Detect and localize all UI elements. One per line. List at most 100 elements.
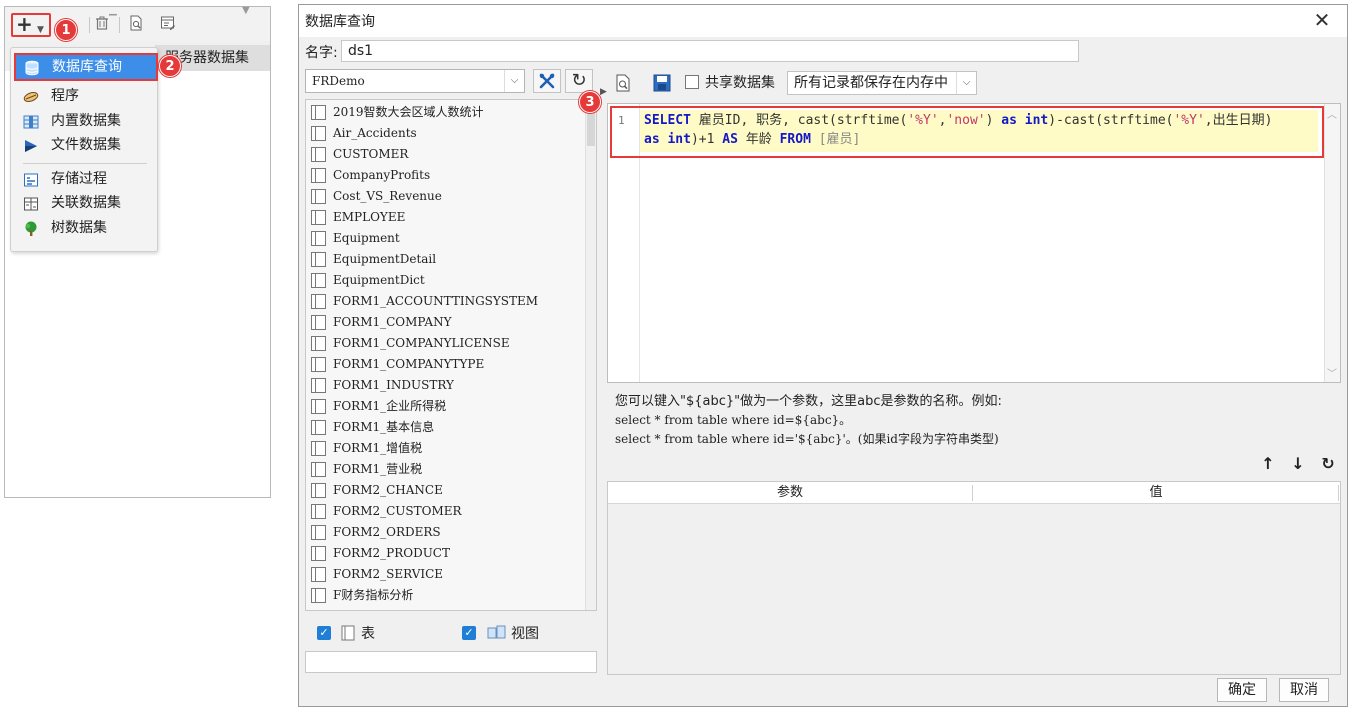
table-list-item[interactable]: FORM1_企业所得税 (309, 396, 585, 417)
add-dataset-button[interactable]: + ▼ (11, 13, 51, 37)
chevron-down-icon[interactable]: ⌵ (956, 72, 976, 94)
table-list: 2019智数大会区域人数统计 Air_Accidents CUSTOMER Compa… (305, 99, 597, 611)
toolbar-divider (89, 17, 90, 33)
menu-item-file-dataset[interactable]: 文件数据集 (11, 134, 157, 157)
menu-divider (23, 163, 147, 164)
table-list-item[interactable]: FORM1_INDUSTRY (309, 375, 585, 396)
storage-mode-value: 所有记录都保存在内存中 (794, 75, 948, 91)
table-list-item[interactable]: EquipmentDetail (309, 249, 585, 270)
table-list-item[interactable]: EquipmentDict (309, 270, 585, 291)
column-header-value[interactable]: 值 (973, 482, 1339, 504)
table-list-item[interactable]: FORM2_PRODUCT (309, 543, 585, 564)
menu-item-label: 程序 (51, 88, 79, 104)
join-dataset-icon (23, 196, 39, 211)
scroll-down-icon[interactable]: ﹀ (1327, 365, 1337, 380)
database-icon (24, 60, 40, 76)
menu-item-tree-dataset[interactable]: 树数据集 (11, 217, 157, 240)
sql-editor-scrollbar[interactable]: ︿ ﹀ (1324, 104, 1340, 382)
step-badge-1: 1 (55, 19, 77, 41)
table-list-item[interactable]: EMPLOYEE (309, 207, 585, 228)
table-name: FORM2_ORDERS (333, 525, 441, 539)
preview-icon[interactable] (615, 74, 631, 96)
delete-icon[interactable] (93, 15, 111, 33)
move-down-icon[interactable]: ↓ (1289, 455, 1307, 473)
connection-settings-button[interactable] (533, 69, 561, 93)
scroll-up-icon[interactable]: ︿ (1327, 106, 1337, 121)
menu-item-label: 存储过程 (51, 171, 107, 187)
table-list-item[interactable]: FORM1_COMPANYTYPE (309, 354, 585, 375)
step-badge-2: 2 (159, 55, 181, 77)
parameter-table: 参数 值 (607, 481, 1341, 675)
table-search-input[interactable] (305, 651, 597, 673)
collapse-arrow-icon[interactable]: ▼ (242, 6, 250, 16)
table-list-item[interactable]: FORM2_CUSTOMER (309, 501, 585, 522)
close-icon[interactable]: ✕ (1311, 9, 1333, 31)
sql-toolbar: 共享数据集 所有记录都保存在内存中 ⌵ (607, 69, 1341, 99)
menu-item-stored-procedure[interactable]: 存储过程 (11, 168, 157, 191)
file-dataset-icon (23, 138, 39, 153)
chevron-down-icon[interactable]: ⌵ (504, 70, 524, 92)
menu-item-label: 内置数据集 (51, 113, 121, 129)
menu-item-builtin-dataset[interactable]: 内置数据集 (11, 110, 157, 133)
table-list-item[interactable]: FORM1_基本信息 (309, 417, 585, 438)
pane-splitter[interactable]: ▶ (599, 69, 607, 675)
edit-dataset-icon[interactable] (159, 15, 177, 33)
table-list-item[interactable]: FORM1_增值税 (309, 438, 585, 459)
menu-item-join-dataset[interactable]: 关联数据集 (11, 192, 157, 215)
table-name: FORM1_COMPANY (333, 315, 452, 329)
table-list-item[interactable]: F财务指标分析 (309, 585, 585, 606)
table-icon (311, 315, 326, 330)
sql-editor[interactable]: 1 SELECT 雇员ID, 职务, cast(strftime('%Y','n… (607, 103, 1341, 383)
name-input[interactable]: ds1 (341, 40, 1079, 62)
table-name: FORM1_增值税 (333, 441, 423, 455)
save-query-icon[interactable] (653, 74, 671, 96)
refresh-connection-button[interactable]: ↻ (565, 69, 593, 93)
ok-button[interactable]: 确定 (1217, 678, 1267, 702)
table-icon (311, 462, 326, 477)
table-icon (311, 336, 326, 351)
table-filter-checkbox[interactable]: ✓ (317, 626, 331, 640)
column-header-parameter[interactable]: 参数 (608, 482, 972, 504)
menu-item-program[interactable]: 程序 (11, 85, 157, 108)
table-list-item[interactable]: FORM2_CHANCE (309, 480, 585, 501)
view-filter-checkbox[interactable]: ✓ (462, 626, 476, 640)
table-list-item[interactable]: FORM1_ACCOUNTTINGSYSTEM (309, 291, 585, 312)
connection-select[interactable]: FRDemo ⌵ (305, 69, 525, 93)
table-icon (311, 588, 326, 603)
table-icon (311, 378, 326, 393)
table-list-scrollbar[interactable] (585, 100, 596, 610)
collapse-arrow-icon[interactable]: ▶ (600, 87, 607, 97)
table-name: FORM2_SERVICE (333, 567, 444, 581)
table-list-item[interactable]: FORM1_营业税 (309, 459, 585, 480)
cancel-button[interactable]: 取消 (1279, 678, 1329, 702)
table-icon (311, 483, 326, 498)
table-list-item[interactable]: FORM2_ORDERS (309, 522, 585, 543)
menu-item-label: 文件数据集 (51, 137, 121, 153)
table-list-item[interactable]: Equipment (309, 228, 585, 249)
parameter-table-header: 参数 值 (608, 482, 1340, 504)
table-name: FORM2_PRODUCT (333, 546, 450, 560)
table-list-item[interactable]: Air_Accidents (309, 123, 585, 144)
table-list-item[interactable]: Cost_VS_Revenue (309, 186, 585, 207)
move-up-icon[interactable]: ↑ (1259, 455, 1277, 473)
table-list-item[interactable]: FORM1_COMPANYLICENSE (309, 333, 585, 354)
refresh-parameters-icon[interactable]: ↻ (1319, 455, 1337, 473)
table-icon (311, 231, 326, 246)
parameter-actions: ↑ ↓ ↻ (1259, 455, 1339, 475)
table-list-item[interactable]: 2019智数大会区域人数统计 (309, 102, 585, 123)
table-list-item[interactable]: FORM2_SERVICE (309, 564, 585, 585)
shared-dataset-checkbox[interactable] (685, 75, 699, 89)
plus-icon: + (16, 12, 33, 36)
table-icon (311, 399, 326, 414)
table-list-item[interactable]: CompanyProfits (309, 165, 585, 186)
storage-mode-select[interactable]: 所有记录都保存在内存中 ⌵ (787, 71, 977, 95)
table-name: CUSTOMER (333, 147, 409, 161)
table-name: EquipmentDict (333, 273, 425, 287)
table-list-item[interactable]: CUSTOMER (309, 144, 585, 165)
menu-item-database-query[interactable]: 数据库查询 (14, 53, 158, 81)
table-name: FORM1_营业税 (333, 462, 423, 476)
table-name: Equipment (333, 231, 400, 245)
preview-icon[interactable] (127, 15, 145, 33)
collapse-handle-icon[interactable]: ▁ (109, 6, 117, 16)
table-list-item[interactable]: FORM1_COMPANY (309, 312, 585, 333)
